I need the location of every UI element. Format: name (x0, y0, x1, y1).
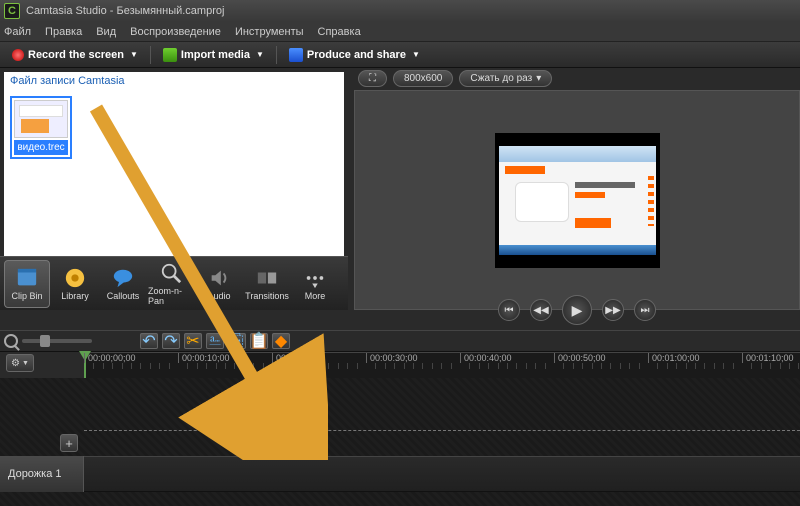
ruler-tick: 00:00:10;00 (178, 353, 230, 363)
ruler-tick: 00:00:30;00 (366, 353, 418, 363)
tab-clip-bin[interactable]: Clip Bin (4, 260, 50, 308)
produce-icon (289, 48, 303, 62)
ruler-tick: 00:01:10;00 (742, 353, 794, 363)
skip-back-icon: ⏮ (505, 305, 514, 316)
library-icon (63, 267, 87, 289)
split-button[interactable]: ⎁ (206, 333, 224, 349)
track-header-1[interactable]: Дорожка 1 (0, 456, 84, 492)
add-track-button[interactable]: + (60, 434, 78, 452)
menu-edit[interactable]: Правка (45, 26, 82, 38)
forward-icon: ▶▶ (605, 305, 620, 316)
chevron-down-icon: ▼ (412, 50, 420, 59)
clip-thumbnail-label: видео.trec (14, 140, 68, 155)
tab-transitions[interactable]: Transitions (244, 260, 290, 308)
menu-play[interactable]: Воспроизведение (130, 26, 221, 38)
tab-audio[interactable]: Audio (196, 260, 242, 308)
plus-icon: + (65, 436, 73, 451)
track-divider (84, 430, 800, 431)
tab-zoom-n-pan[interactable]: Zoom-n-Pan (148, 260, 194, 308)
main-toolbar: Record the screen ▼ Import media ▼ Produ… (0, 42, 800, 68)
preview-content (499, 146, 656, 255)
clip-thumbnail-image (14, 100, 68, 138)
preview-canvas[interactable] (495, 133, 660, 268)
menu-view[interactable]: Вид (96, 26, 116, 38)
import-media-button[interactable]: Import media ▼ (157, 46, 270, 64)
skip-back-button[interactable]: ⏮ (498, 299, 520, 321)
audio-icon (207, 267, 231, 289)
menu-file[interactable]: Файл (4, 26, 31, 38)
title-bar: C Camtasia Studio - Безымянный.camproj (0, 0, 800, 22)
rewind-button[interactable]: ◀◀ (530, 299, 552, 321)
transitions-icon (255, 267, 279, 289)
chevron-down-icon: ▼ (22, 360, 29, 367)
timeline-ruler[interactable]: 00:00;00;00 00:00:10;00 00:00:20;00 00:00:3… (84, 352, 800, 378)
import-label: Import media (181, 49, 250, 61)
callouts-icon (111, 267, 135, 289)
marker-button[interactable]: ◆ (272, 333, 290, 349)
separator (150, 46, 151, 64)
clip-bin-icon (15, 267, 39, 289)
ruler-tick: 00:00:50;00 (554, 353, 606, 363)
zoom-slider[interactable] (22, 339, 92, 343)
redo-button[interactable]: ↷ (162, 333, 180, 349)
tab-label: More (305, 291, 326, 301)
preview-pane (354, 90, 800, 310)
tool-tabs: Clip Bin Library Callouts Zoom-n-Pan Aud… (0, 256, 348, 310)
forward-button[interactable]: ▶▶ (602, 299, 624, 321)
tab-library[interactable]: Library (52, 260, 98, 308)
ruler-tick: 00:01:00;00 (648, 353, 700, 363)
cut-button[interactable]: ✂ (184, 333, 202, 349)
app-logo-icon: C (4, 3, 20, 19)
timeline-options: ⚙▼ (0, 352, 84, 374)
undo-button[interactable]: ↶ (140, 333, 158, 349)
copy-button[interactable]: ⎘ (228, 333, 246, 349)
record-icon (12, 49, 24, 61)
transport-controls: ⏮ ◀◀ ▶ ▶▶ ⏭ (358, 295, 796, 325)
zoom-icon (159, 262, 183, 284)
tab-label: Audio (207, 291, 230, 301)
chevron-down-icon: ▼ (256, 50, 264, 59)
separator (276, 46, 277, 64)
menu-tools[interactable]: Инструменты (235, 26, 304, 38)
tab-more[interactable]: More (292, 260, 338, 308)
record-label: Record the screen (28, 49, 124, 61)
timeline-gear-button[interactable]: ⚙▼ (6, 354, 34, 372)
clip-bin-header: Файл записи Camtasia (4, 72, 344, 90)
play-button[interactable]: ▶ (562, 295, 592, 325)
tab-label: Callouts (107, 291, 140, 301)
import-icon (163, 48, 177, 62)
tab-label: Zoom-n-Pan (148, 286, 194, 306)
record-screen-button[interactable]: Record the screen ▼ (6, 47, 144, 63)
rewind-icon: ◀◀ (533, 305, 548, 316)
tab-callouts[interactable]: Callouts (100, 260, 146, 308)
ruler-tick: 00:00;00;00 (84, 353, 136, 363)
play-icon: ▶ (572, 302, 583, 319)
track-label: Дорожка 1 (8, 468, 62, 480)
paste-button[interactable]: 📋 (250, 333, 268, 349)
produce-label: Produce and share (307, 49, 406, 61)
gear-icon: ⚙ (11, 358, 20, 369)
zoom-out-icon[interactable] (4, 334, 18, 348)
tab-label: Library (61, 291, 89, 301)
window-title: Camtasia Studio - Безымянный.camproj (26, 5, 224, 17)
menu-help[interactable]: Справка (318, 26, 361, 38)
skip-forward-button[interactable]: ⏭ (634, 299, 656, 321)
skip-forward-icon: ⏭ (641, 305, 650, 316)
ruler-tick: 00:00:40;00 (460, 353, 512, 363)
more-icon (303, 267, 327, 289)
tab-label: Transitions (245, 291, 289, 301)
ruler-tick: 00:00:20;00 (272, 353, 324, 363)
produce-share-button[interactable]: Produce and share ▼ (283, 46, 426, 64)
menu-bar: Файл Правка Вид Воспроизведение Инструме… (0, 22, 800, 42)
timeline-tracks[interactable]: + Дорожка 1 (0, 378, 800, 506)
track-lane-1[interactable] (84, 456, 800, 492)
chevron-down-icon: ▼ (130, 50, 138, 59)
clip-thumbnail[interactable]: видео.trec (10, 96, 72, 159)
tab-label: Clip Bin (11, 291, 42, 301)
timeline-toolbar: ↶ ↷ ✂ ⎁ ⎘ 📋 ◆ (0, 330, 800, 352)
